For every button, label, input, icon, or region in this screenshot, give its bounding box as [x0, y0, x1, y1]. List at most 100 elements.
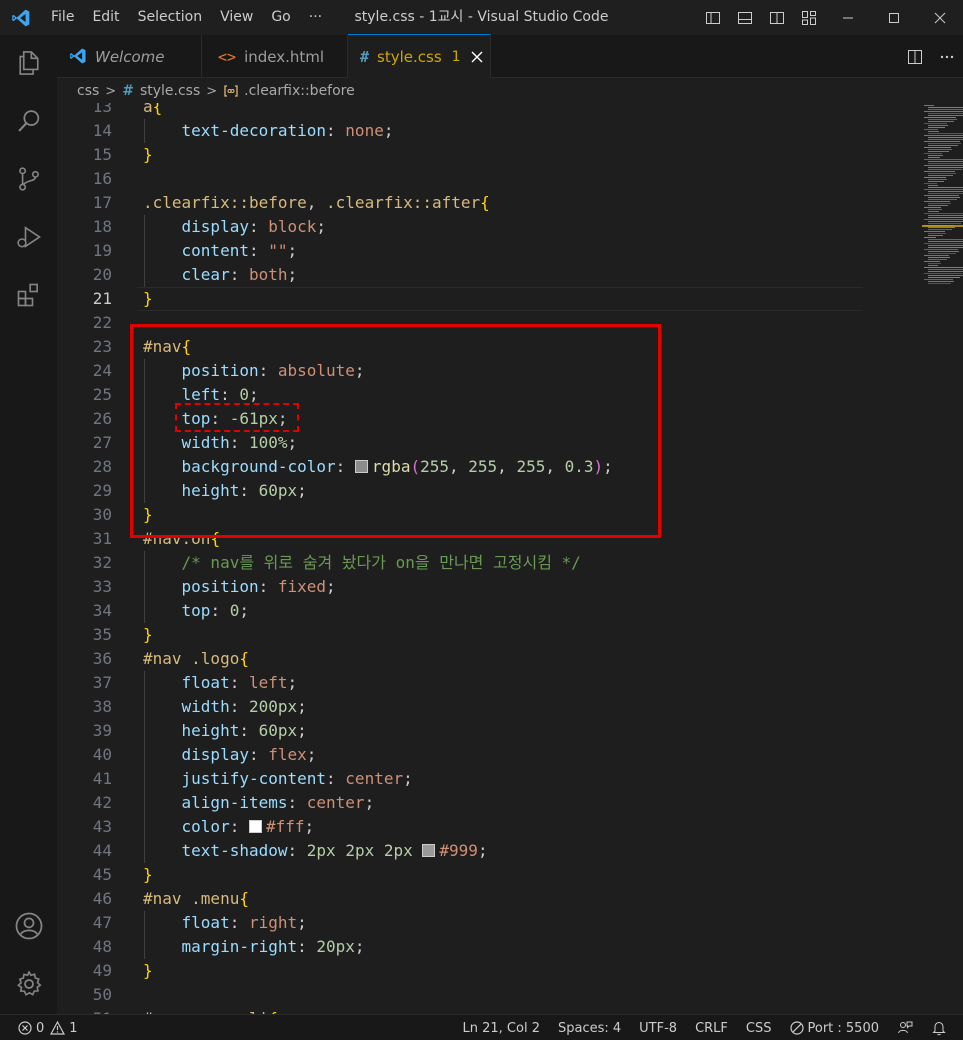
line-number: 39 [92, 721, 112, 740]
code-line[interactable]: 41 justify-content: center; [57, 767, 863, 791]
minimize-icon[interactable] [825, 0, 871, 35]
more-actions-icon[interactable] [931, 35, 963, 78]
code-line[interactable]: 48 margin-right: 20px; [57, 935, 863, 959]
search-icon[interactable] [0, 93, 57, 149]
extensions-icon[interactable] [0, 267, 57, 323]
cursor-position[interactable]: Ln 21, Col 2 [454, 1015, 549, 1040]
code-line[interactable]: 40 display: flex; [57, 743, 863, 767]
code-line[interactable]: 37 float: left; [57, 671, 863, 695]
minimap-line [928, 181, 944, 182]
breadcrumb-file[interactable]: style.css [140, 83, 200, 99]
minimap[interactable] [922, 103, 963, 1014]
code-line[interactable]: 17 .clearfix::before, .clearfix::after{ [57, 191, 863, 215]
close-tab-icon[interactable] [471, 47, 483, 66]
menu-file[interactable]: File [42, 0, 83, 35]
line-text: content: ""; [143, 239, 298, 263]
feedback-icon[interactable] [888, 1015, 922, 1040]
line-number: 21 [92, 289, 112, 308]
color-swatch[interactable] [248, 820, 262, 833]
code-token: { [480, 193, 490, 212]
code-line[interactable]: 33 position: fixed; [57, 575, 863, 599]
live-server-port[interactable]: Port : 5500 [781, 1015, 889, 1040]
breadcrumb-symbol[interactable]: .clearfix::before [244, 83, 355, 99]
code-token: ; [383, 121, 394, 140]
minimap-line [928, 167, 963, 168]
minimap-line [924, 171, 955, 172]
code-line[interactable]: 46 #nav .menu{ [57, 887, 863, 911]
indentation[interactable]: Spaces: 4 [549, 1015, 630, 1040]
code-token: ; [297, 913, 307, 932]
end-of-line[interactable]: CRLF [686, 1015, 737, 1040]
color-swatch[interactable] [422, 844, 436, 857]
explorer-icon[interactable] [0, 35, 57, 91]
code-line[interactable]: 14 text-decoration: none; [57, 119, 863, 143]
tab-style-css[interactable]: # style.css 1 [348, 34, 491, 78]
menu-selection[interactable]: Selection [129, 0, 212, 35]
code-line[interactable]: 45} [57, 863, 863, 887]
code-line[interactable]: 43 color: #fff; [57, 815, 863, 839]
code-token: 200px [248, 697, 298, 716]
code-line[interactable]: 32 /* nav를 위로 숨겨 놨다가 on을 만나면 고정시킴 */ [57, 551, 863, 575]
menu-more[interactable]: ··· [300, 0, 331, 35]
code-line[interactable]: 47 float: right; [57, 911, 863, 935]
code-line[interactable]: 19 content: ""; [57, 239, 863, 263]
manage-gear-icon[interactable] [0, 956, 57, 1012]
menu-view[interactable]: View [211, 0, 262, 35]
code-line[interactable]: 15} [57, 143, 863, 167]
code-line[interactable]: 34 top: 0; [57, 599, 863, 623]
split-editor-icon[interactable] [899, 35, 931, 78]
toggle-secondary-sidebar-icon[interactable] [761, 0, 793, 35]
code-token: ; [287, 241, 298, 260]
problems-indicator[interactable]: 0 1 [18, 1015, 78, 1040]
line-text: top: 0; [143, 599, 249, 623]
code-token: /* nav를 위로 숨겨 놨다가 on을 만나면 고정시킴 */ [181, 553, 581, 572]
code-token: } [143, 961, 153, 980]
minimap-line [924, 195, 959, 196]
maximize-icon[interactable] [871, 0, 917, 35]
window-title: style.css - 1교시 - Visual Studio Code [354, 9, 609, 25]
code-line[interactable]: 39 height: 60px; [57, 719, 863, 743]
code-line[interactable]: 50 [57, 983, 863, 1007]
code-token: a [143, 103, 153, 116]
code-line[interactable]: 35} [57, 623, 863, 647]
css-hash-icon: # [360, 47, 370, 66]
code-line[interactable]: 44 text-shadow: 2px 2px 2px #999; [57, 839, 863, 863]
code-line[interactable]: 13 a{ [57, 103, 863, 119]
run-and-debug-icon[interactable] [0, 209, 57, 265]
language-mode[interactable]: CSS [737, 1015, 781, 1040]
accounts-icon[interactable] [0, 898, 57, 954]
code-line[interactable]: 38 width: 200px; [57, 695, 863, 719]
code-line[interactable]: 20 clear: both; [57, 263, 863, 287]
menu-edit[interactable]: Edit [83, 0, 128, 35]
close-window-icon[interactable] [917, 0, 963, 35]
minimap-line [924, 105, 934, 106]
code-editor[interactable]: 13 a{14 text-decoration: none; 15} 16 17 .cle… [57, 103, 963, 1014]
code-line[interactable]: 51 #nav .menu li{ [57, 1007, 863, 1014]
code-line[interactable]: 21} [57, 287, 863, 311]
tab-index-html[interactable]: <> index.html [202, 35, 348, 78]
toggle-primary-sidebar-icon[interactable] [697, 0, 729, 35]
menu-go[interactable]: Go [262, 0, 299, 35]
line-number: 18 [92, 217, 112, 236]
line-number: 50 [92, 985, 112, 1004]
code-token: flex [268, 745, 307, 764]
code-line[interactable]: 49} [57, 959, 863, 983]
notifications-bell-icon[interactable] [922, 1015, 963, 1040]
encoding[interactable]: UTF-8 [630, 1015, 686, 1040]
source-control-icon[interactable] [0, 151, 57, 207]
customize-layout-icon[interactable] [793, 0, 825, 35]
code-line[interactable]: 16 [57, 167, 863, 191]
code-line[interactable]: 36 #nav .logo{ [57, 647, 863, 671]
line-number: 43 [92, 817, 112, 836]
tab-label: index.html [244, 47, 325, 66]
line-number: 37 [92, 673, 112, 692]
tab-welcome[interactable]: Welcome [57, 35, 202, 78]
code-token: : [297, 937, 317, 956]
breadcrumb-folder[interactable]: css [77, 83, 99, 99]
code-line[interactable]: 18 display: block; [57, 215, 863, 239]
toggle-panel-icon[interactable] [729, 0, 761, 35]
code-line[interactable]: 42 align-items: center; [57, 791, 863, 815]
